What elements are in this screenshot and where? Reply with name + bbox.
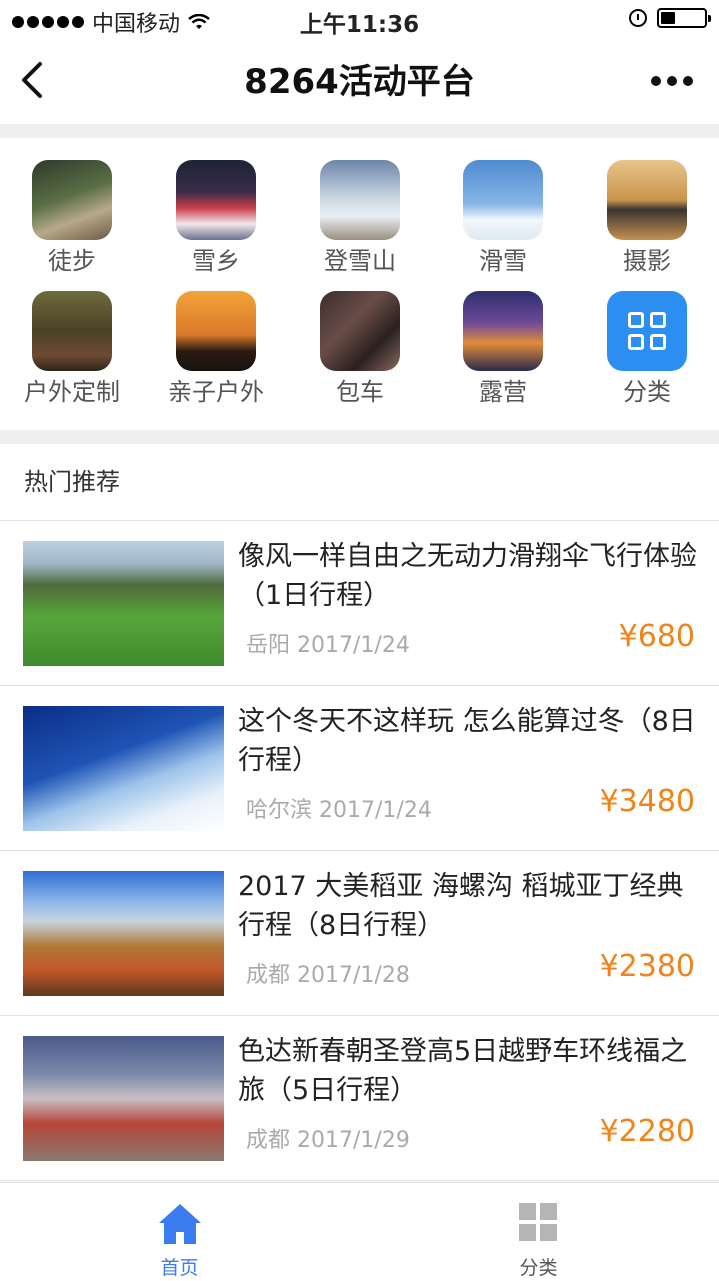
page-title: 8264活动平台 [244, 62, 475, 102]
list-item[interactable]: 像风一样自由之无动力滑翔伞飞行体验（1日行程） 岳阳 2017/1/24 ¥68… [0, 521, 719, 686]
list-item[interactable]: 色达新春朝圣登高5日越野车环线福之旅（5日行程） 成都 2017/1/29 ¥2… [0, 1016, 719, 1181]
category-outdoor-custom[interactable]: 户外定制 [2, 291, 142, 409]
status-time: 上午11:36 [299, 12, 420, 38]
item-meta: 成都 2017/1/28 [246, 963, 410, 988]
family-photo-icon [176, 291, 256, 371]
item-price: ¥3480 [599, 784, 695, 819]
category-family[interactable]: 亲子户外 [146, 291, 286, 409]
camping-photo-icon [463, 291, 543, 371]
car-charter-photo-icon [320, 291, 400, 371]
ski-photo-icon [463, 160, 543, 240]
category-all[interactable]: 分类 [577, 291, 717, 409]
prayer-flags-thumbnail [23, 1036, 224, 1161]
tab-category[interactable]: 分类 [359, 1183, 718, 1281]
category-camping[interactable]: 露营 [433, 291, 573, 409]
snow-village-photo-icon [176, 160, 256, 240]
alarm-icon [629, 9, 647, 27]
outdoor-custom-photo-icon [32, 291, 112, 371]
grid-icon [519, 1203, 557, 1241]
battery-icon [657, 8, 711, 28]
category-label: 包车 [336, 378, 384, 406]
status-right [629, 8, 711, 28]
item-meta: 哈尔滨 2017/1/24 [246, 798, 432, 823]
category-photography[interactable]: 摄影 [577, 160, 717, 278]
item-title: 这个冬天不这样玩 怎么能算过冬（8日行程） [238, 706, 696, 776]
category-label: 分类 [623, 378, 671, 406]
category-label: 摄影 [623, 247, 671, 275]
navigation-bar: 8264活动平台 [0, 40, 719, 124]
mountain-autumn-thumbnail [23, 871, 224, 996]
snowboard-thumbnail [23, 706, 224, 831]
hiking-photo-icon [32, 160, 112, 240]
category-label: 露营 [479, 378, 527, 406]
item-price: ¥680 [618, 619, 695, 654]
category-label: 滑雪 [479, 247, 527, 275]
divider [0, 430, 719, 444]
category-grid: 徒步 雪乡 登雪山 滑雪 摄影 户外定制 亲子户外 包车 露营 分类 [0, 138, 719, 430]
grid-icon [607, 291, 687, 371]
tab-label: 分类 [519, 1257, 558, 1279]
category-label: 徒步 [48, 247, 96, 275]
tab-label: 首页 [160, 1257, 199, 1279]
list-item[interactable]: 这个冬天不这样玩 怎么能算过冬（8日行程） 哈尔滨 2017/1/24 ¥348… [0, 686, 719, 851]
item-meta: 岳阳 2017/1/24 [246, 633, 410, 658]
category-car-charter[interactable]: 包车 [290, 291, 430, 409]
item-price: ¥2380 [599, 949, 695, 984]
category-label: 亲子户外 [168, 378, 264, 406]
tab-bar: 首页 分类 [0, 1182, 719, 1281]
category-snow-village[interactable]: 雪乡 [146, 160, 286, 278]
section-header: 热门推荐 [0, 444, 719, 521]
item-title: 像风一样自由之无动力滑翔伞飞行体验（1日行程） [238, 541, 697, 611]
home-icon [159, 1204, 201, 1244]
category-label: 雪乡 [192, 247, 240, 275]
item-meta: 成都 2017/1/29 [246, 1128, 410, 1153]
status-bar: 中国移动 上午11:36 [0, 0, 719, 40]
list-item[interactable]: 2017 大美稻亚 海螺沟 稻城亚丁经典行程（8日行程） 成都 2017/1/2… [0, 851, 719, 1016]
paragliding-thumbnail [23, 541, 224, 666]
item-price: ¥2280 [599, 1114, 695, 1149]
divider [0, 124, 719, 138]
category-hiking[interactable]: 徒步 [2, 160, 142, 278]
tab-home[interactable]: 首页 [0, 1183, 359, 1281]
more-options-icon[interactable] [651, 76, 693, 86]
category-snow-mountain[interactable]: 登雪山 [290, 160, 430, 278]
item-title: 2017 大美稻亚 海螺沟 稻城亚丁经典行程（8日行程） [238, 871, 684, 941]
category-label: 登雪山 [324, 247, 396, 275]
section-title: 热门推荐 [24, 468, 120, 496]
item-title: 色达新春朝圣登高5日越野车环线福之旅（5日行程） [238, 1036, 688, 1106]
snow-mountain-photo-icon [320, 160, 400, 240]
category-ski[interactable]: 滑雪 [433, 160, 573, 278]
category-label: 户外定制 [24, 378, 120, 406]
camera-photo-icon [607, 160, 687, 240]
